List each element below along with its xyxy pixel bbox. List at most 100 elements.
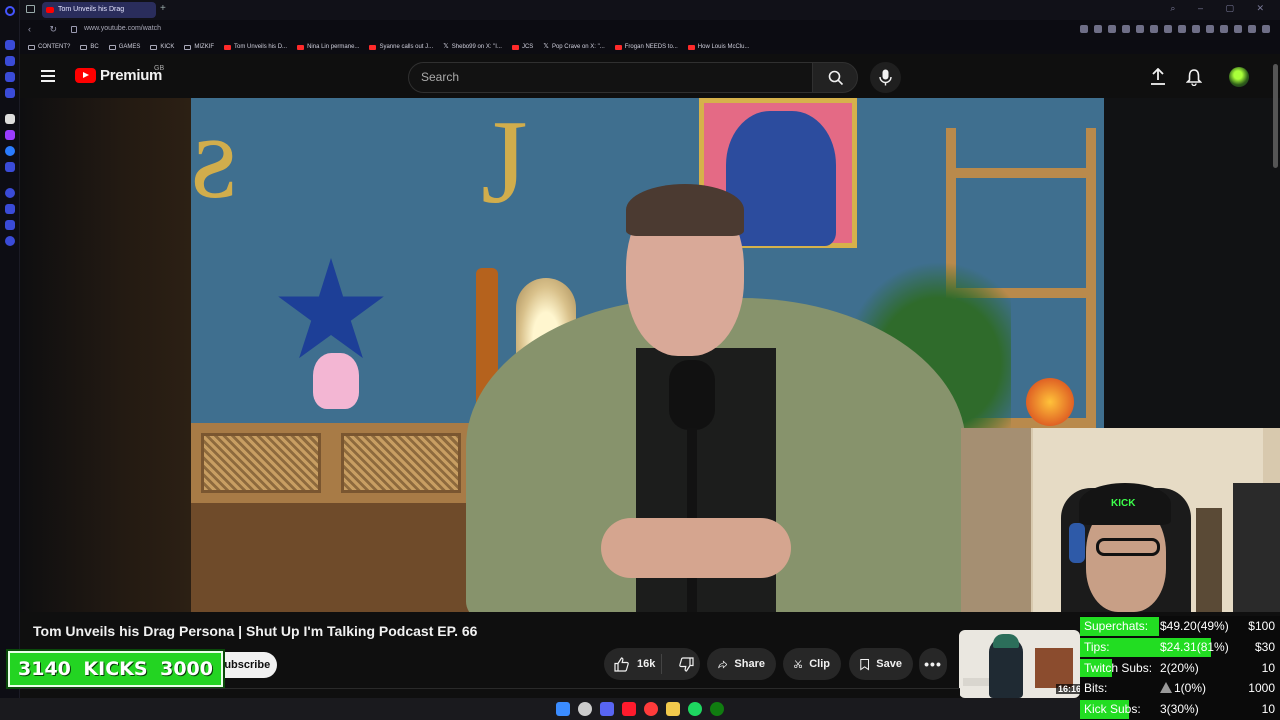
sidebar-messenger-icon[interactable] [5,146,15,156]
url-text[interactable]: www.youtube.com/watch [84,25,161,32]
bookmark-item[interactable]: Nina Lin permane... [297,40,359,54]
sidebar-whatsapp-icon[interactable] [5,162,15,172]
sidebar-history-icon[interactable] [5,204,15,214]
account-avatar[interactable] [1229,67,1249,87]
sidebar-bag-icon[interactable] [5,56,15,66]
taskbar-search-icon[interactable] [578,702,592,716]
bookmark-item[interactable]: 𝕏 Shebo99 on X: "I... [443,40,502,54]
donation-goals-overlay: Superchats: $49.20(49%) $100 Tips: $24.31(81… [1080,616,1280,720]
dislike-button[interactable] [669,656,694,672]
youtube-icon [511,44,519,50]
hamburger-menu-icon[interactable] [41,70,55,82]
tab-title: Tom Unveils his Drag [58,6,125,13]
new-tab-button[interactable]: + [160,3,166,14]
sidebar-pin-icon[interactable] [5,88,15,98]
bookmark-item[interactable]: BC [80,40,99,54]
logo-text: Premium [100,67,163,84]
bookmark-item[interactable]: 𝕏 Pop Crave on X: "... [543,40,604,54]
bookmark-item[interactable]: Frogan NEEDS to... [614,40,678,54]
bits-icon [1160,682,1172,694]
more-actions-button[interactable]: ••• [919,648,947,680]
share-button[interactable]: Share [707,648,776,680]
sidebar-box-icon[interactable] [5,220,15,230]
bookmark-item[interactable]: Syanne calls out J... [369,40,433,54]
tab-menu-icon[interactable] [26,5,35,13]
page-scrollbar[interactable] [1273,64,1278,168]
extension-icon [1094,25,1102,33]
bookmark-item[interactable]: KICK [150,40,174,54]
tab-active[interactable]: Tom Unveils his Drag [42,2,156,18]
navigation-buttons[interactable]: ‹ ↻ [28,24,65,35]
sidebar-messages-icon[interactable] [5,72,15,82]
wall-letter-decoration: J [481,98,528,228]
bookmark-label: GAMES [118,44,141,50]
windows-taskbar [0,698,1080,720]
spotify-icon[interactable] [688,702,702,716]
sidebar-home-icon[interactable] [5,40,15,50]
upload-icon[interactable] [1150,68,1166,86]
clip-button[interactable]: Clip [783,648,841,680]
bookmark-label: Syanne calls out J... [379,44,434,50]
streamer-webcam: KICK [961,428,1280,612]
goal-value-text: $24.31(81%) [1160,639,1229,654]
thumbs-down-icon [679,656,694,672]
opera-gx-icon[interactable] [622,702,636,716]
youtube-tab-icon [46,7,54,13]
goal-row: Kick Subs: 3(30%) 10 [1080,699,1280,720]
sidebar-twitch-icon[interactable] [5,130,15,140]
window-controls[interactable]: ⌕ – ▢ ✕ [1170,3,1274,14]
bookmark-item[interactable]: Tom Unveils his D... [224,40,287,54]
bookmark-label: JCS [521,44,534,50]
windows-start-icon[interactable] [556,702,570,716]
extension-icon [1192,25,1200,33]
goal-target: $100 [1248,619,1275,633]
scissors-icon [794,660,803,668]
bookmark-item[interactable]: MIZKIF [184,40,214,54]
bookmark-label: How Louis McClu... [697,44,750,50]
voice-search-button[interactable] [870,62,901,93]
goal-value: $49.20(49%) [1160,616,1229,637]
notifications-bell-icon[interactable] [1186,68,1202,86]
sidebar-settings-icon[interactable] [5,236,15,246]
x-icon: 𝕏 [443,43,449,50]
bookmark-item[interactable]: JCS [511,40,534,54]
youtube-premium-logo[interactable]: Premium GB [75,65,165,84]
clip-label: Clip [809,658,830,670]
tab-strip: Tom Unveils his Drag + ⌕ – ▢ ✕ [20,0,1280,20]
goal-target: 10 [1261,660,1275,675]
opera-icon[interactable] [644,702,658,716]
folder-icon [108,44,116,50]
opera-logo-icon[interactable] [5,6,15,16]
video-title: Tom Unveils his Drag Persona | Shut Up I… [33,623,478,639]
discord-icon[interactable] [600,702,614,716]
folder-icon [28,44,35,50]
thumbs-up-icon [614,656,629,672]
bookmark-item[interactable]: GAMES [108,40,141,54]
folder-icon [184,44,192,50]
bookmark-label: Shebo99 on X: "I... [451,44,502,50]
share-label: Share [734,658,765,670]
shield-icon [1136,25,1144,33]
xbox-icon[interactable] [710,702,724,716]
file-explorer-icon[interactable] [666,702,680,716]
extension-icon [1150,25,1158,33]
youtube-play-icon [75,68,96,83]
goal-target: 10 [1261,702,1275,717]
sidebar-clock-icon[interactable] [5,188,15,198]
thumbnail-duration: 16:16 [1056,684,1084,694]
goal-label: Tips: [1084,639,1110,654]
region-code: GB [154,65,165,72]
extension-icons[interactable] [1080,25,1270,33]
like-button[interactable]: 16k [604,654,662,674]
sidebar-ai-icon[interactable] [5,114,15,124]
save-button[interactable]: Save [849,648,913,680]
search-button[interactable] [812,62,858,93]
bookmark-item[interactable]: CONTENT? [28,40,70,54]
cap-logo: KICK [1111,498,1136,509]
bookmark-item[interactable]: How Louis McClu... [687,40,750,54]
person-hair [626,184,744,236]
search-input[interactable]: Search [408,62,812,93]
goal-row: Tips: $24.31(81%) $30 [1080,637,1280,658]
goal-value: 2(20%) [1160,658,1199,679]
like-dislike-group: 16k [604,648,700,680]
